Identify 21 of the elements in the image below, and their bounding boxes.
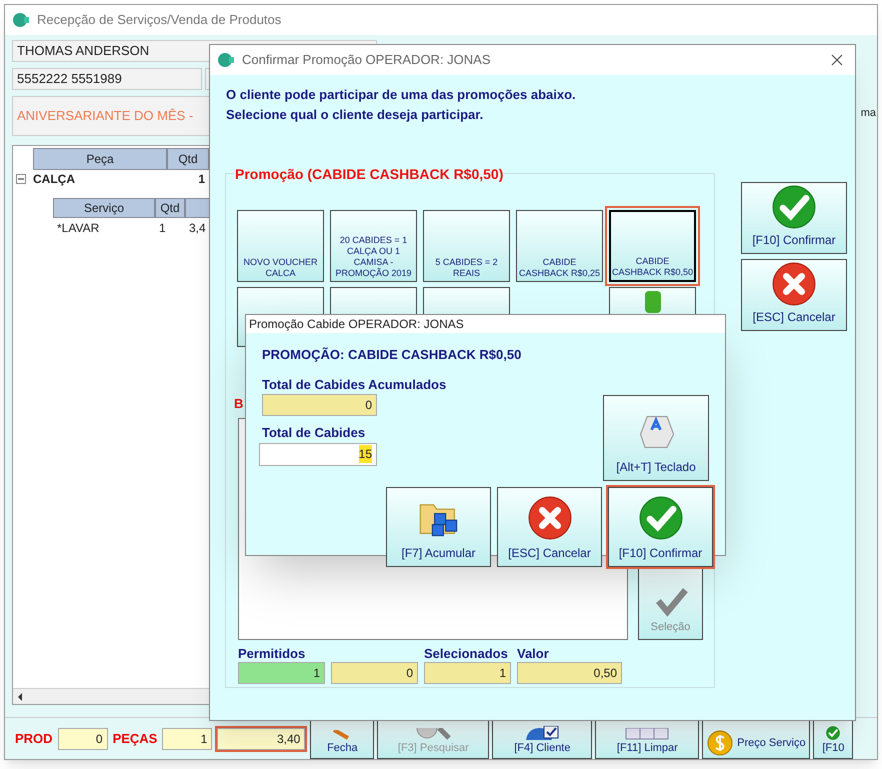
promotion-heading: PROMOÇÃO: CABIDE CASHBACK R$0,50 xyxy=(262,346,522,364)
pecas-label: PEÇAS xyxy=(112,730,158,748)
table-cell-text: 1 xyxy=(158,220,167,237)
summary-label: Valor xyxy=(517,645,550,660)
field-label: Total de Cabides xyxy=(262,424,366,442)
prod-label: PROD xyxy=(15,730,53,748)
summary-label: Permitidos xyxy=(238,645,306,660)
field-label: Total de Cabides Acumulados xyxy=(262,376,448,394)
table-cell-text: CALÇA xyxy=(33,171,76,188)
column-header: Qtd xyxy=(155,198,185,218)
table-cell-text: 3,4 xyxy=(188,220,207,237)
column-header: Peça xyxy=(33,148,167,170)
window-title: Recepção de Serviços/Venda de Produtos xyxy=(37,11,282,30)
dialog-title: Promoção Cabide OPERADOR: JONAS xyxy=(249,316,464,333)
column-header: Serviço xyxy=(53,198,155,218)
summary-label: Selecionados xyxy=(424,645,509,660)
toolbar-label: ma xyxy=(860,107,877,121)
table-cell-text: 1 xyxy=(197,171,205,188)
column-header: Qtd xyxy=(167,148,209,170)
table-cell-text: *LAVAR xyxy=(56,220,100,237)
section-label: B xyxy=(234,395,244,413)
